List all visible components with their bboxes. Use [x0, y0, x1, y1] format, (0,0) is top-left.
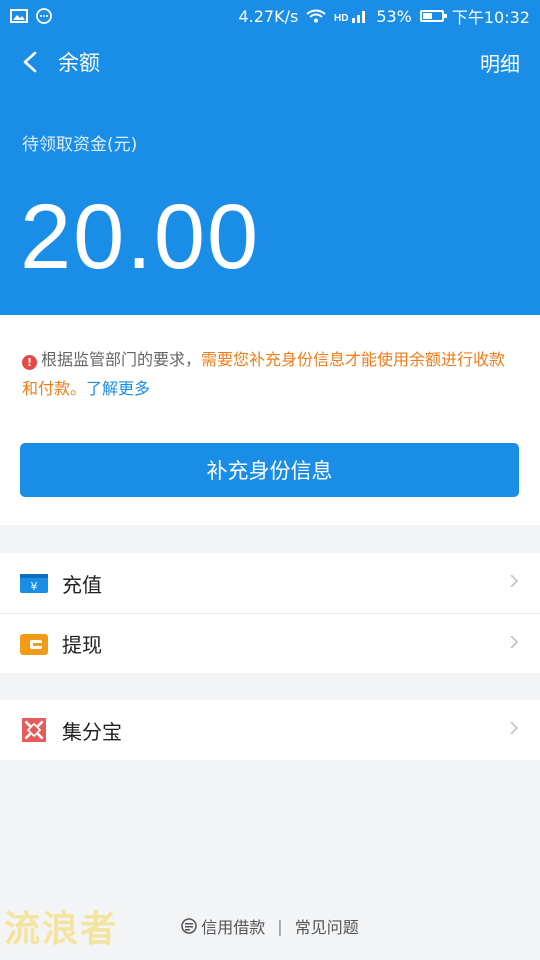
- clock: 下午10:32: [451, 8, 530, 27]
- chevron-right-icon: [510, 575, 519, 587]
- list-group-points: 集分宝: [0, 700, 540, 760]
- credit-loan-label: 信用借款: [201, 918, 266, 937]
- message-icon: [36, 8, 52, 24]
- balance-label: 待领取资金(元): [22, 135, 138, 155]
- credit-loan-icon: [181, 918, 198, 934]
- navbar: 余额 明细: [0, 32, 540, 92]
- jifenbao-icon: [22, 718, 46, 742]
- watermark: 流浪者: [4, 909, 119, 950]
- page-title: 余额: [58, 51, 100, 75]
- list-item-withdraw[interactable]: 提现: [0, 613, 540, 673]
- notice-prefix: 根据监管部门的要求，: [41, 350, 202, 369]
- recharge-icon: ¥: [20, 574, 48, 593]
- warning-icon: !: [22, 355, 37, 370]
- list-item-jifenbao[interactable]: 集分宝: [0, 700, 540, 760]
- header-area: 4.27K/s HD 53% 下午10:32 余额 明细 待领取资金(元) 20…: [0, 0, 540, 315]
- chevron-right-icon: [510, 636, 519, 648]
- withdraw-icon: [20, 633, 48, 655]
- battery-icon: [419, 10, 447, 22]
- gallery-icon: [10, 9, 28, 23]
- list-item-recharge[interactable]: ¥ 充值: [0, 553, 540, 613]
- battery-percent: 53%: [376, 6, 412, 26]
- detail-link[interactable]: 明细: [480, 48, 520, 77]
- list-item-label: 集分宝: [62, 719, 122, 744]
- footer-separator: |: [277, 916, 283, 936]
- identity-notice: ! 根据监管部门的要求，需要您补充身份信息才能使用余额进行收款和付款。了解更多: [22, 345, 520, 403]
- svg-text:HD: HD: [334, 13, 348, 23]
- chevron-right-icon: [510, 722, 519, 734]
- learn-more-link[interactable]: 了解更多: [86, 379, 150, 398]
- credit-loan-link[interactable]: 信用借款: [181, 914, 265, 938]
- faq-link[interactable]: 常见问题: [295, 914, 359, 938]
- signal-icon: HD: [334, 11, 366, 23]
- balance-amount: 20.00: [20, 186, 261, 288]
- list-item-label: 提现: [62, 633, 102, 657]
- svg-text:¥: ¥: [31, 580, 38, 593]
- wifi-icon: [306, 9, 326, 23]
- notice-card: ! 根据监管部门的要求，需要您补充身份信息才能使用余额进行收款和付款。了解更多 补…: [0, 315, 540, 525]
- list-item-label: 充值: [62, 572, 102, 597]
- supplement-identity-button[interactable]: 补充身份信息: [20, 443, 519, 497]
- back-arrow-icon[interactable]: [20, 51, 42, 73]
- status-bar: 4.27K/s HD 53% 下午10:32: [0, 0, 540, 32]
- network-speed: 4.27K/s: [238, 6, 299, 26]
- list-group-funds: ¥ 充值 提现: [0, 553, 540, 673]
